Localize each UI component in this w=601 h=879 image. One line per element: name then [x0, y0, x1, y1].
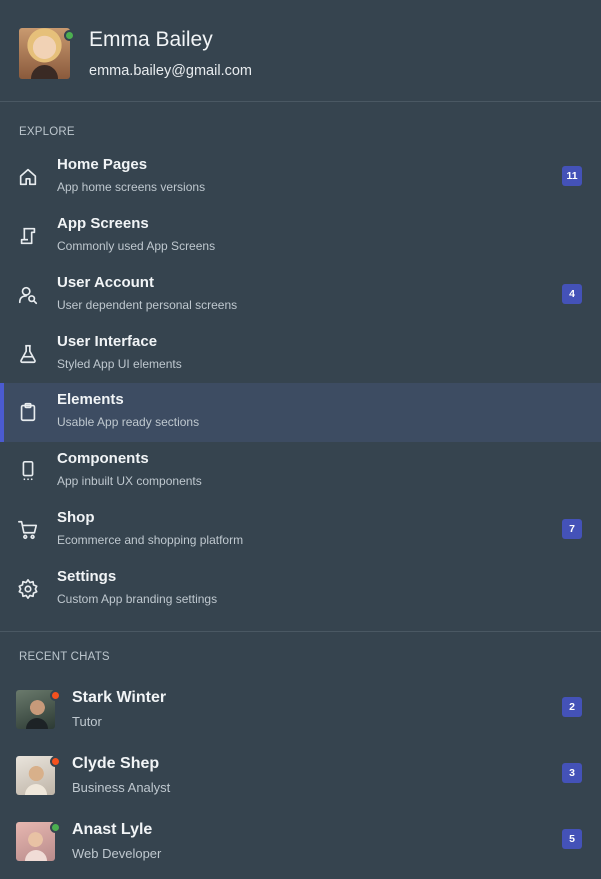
chat-item-clyde-shep[interactable]: Clyde Shep Business Analyst 3	[0, 750, 601, 810]
chat-name: Stark Winter	[72, 689, 167, 706]
mobile-icon	[17, 460, 39, 482]
nav-item-title: App Screens	[57, 215, 149, 232]
screen-icon	[17, 225, 39, 247]
nav-item-subtitle: Commonly used App Screens	[57, 239, 216, 253]
nav-item-shop[interactable]: Shop Ecommerce and shopping platform 7	[0, 501, 601, 560]
busy-status-dot	[50, 756, 61, 767]
nav-item-title: Home Pages	[57, 156, 148, 173]
chat-avatar	[16, 756, 61, 795]
clipboard-icon	[17, 401, 39, 423]
unread-badge: 5	[562, 829, 582, 849]
section-divider	[0, 631, 601, 632]
profile-header: Emma Bailey emma.bailey@gmail.com	[0, 0, 601, 102]
profile-avatar[interactable]	[19, 28, 75, 79]
recent-chats-section-label: RECENT CHATS	[19, 651, 110, 663]
nav-item-title: Elements	[57, 391, 124, 408]
chat-role: Web Developer	[72, 846, 162, 861]
count-badge: 4	[562, 284, 582, 304]
unread-badge: 2	[562, 697, 582, 717]
explore-section-label: EXPLORE	[19, 126, 75, 138]
home-icon	[17, 166, 39, 188]
count-badge: 7	[562, 519, 582, 539]
count-badge: 11	[562, 166, 582, 186]
nav-item-subtitle: App inbuilt UX components	[57, 474, 202, 488]
nav-item-title: Components	[57, 450, 149, 467]
unread-badge: 3	[562, 763, 582, 783]
nav-item-title: User Interface	[57, 333, 158, 350]
nav-item-user-interface[interactable]: User Interface Styled App UI elements	[0, 325, 601, 384]
flask-icon	[17, 343, 39, 365]
chat-role: Tutor	[72, 714, 102, 729]
nav-item-subtitle: Ecommerce and shopping platform	[57, 533, 244, 547]
nav-item-user-account[interactable]: User Account User dependent personal scr…	[0, 266, 601, 325]
chat-name: Anast Lyle	[72, 821, 153, 838]
gear-icon	[17, 578, 39, 600]
chat-name: Clyde Shep	[72, 755, 160, 772]
nav-item-components[interactable]: Components App inbuilt UX components	[0, 442, 601, 501]
nav-item-title: User Account	[57, 274, 154, 291]
nav-item-subtitle: Styled App UI elements	[57, 357, 182, 371]
nav-item-subtitle: App home screens versions	[57, 180, 206, 194]
busy-status-dot	[50, 690, 61, 701]
online-status-dot	[50, 822, 61, 833]
chat-item-anast-lyle[interactable]: Anast Lyle Web Developer 5	[0, 816, 601, 876]
chat-item-stark-winter[interactable]: Stark Winter Tutor 2	[0, 684, 601, 744]
nav-item-app-screens[interactable]: App Screens Commonly used App Screens	[0, 207, 601, 266]
nav-item-elements[interactable]: Elements Usable App ready sections	[0, 383, 601, 442]
nav-item-subtitle: Custom App branding settings	[57, 592, 218, 606]
nav-item-subtitle: User dependent personal screens	[57, 298, 238, 312]
nav-item-title: Settings	[57, 568, 117, 585]
online-status-dot	[64, 30, 75, 41]
chat-avatar	[16, 822, 61, 861]
chat-avatar	[16, 690, 61, 729]
nav-item-home-pages[interactable]: Home Pages App home screens versions 11	[0, 148, 601, 207]
nav-item-subtitle: Usable App ready sections	[57, 415, 200, 429]
avatar	[19, 28, 70, 79]
chat-role: Business Analyst	[72, 780, 171, 795]
profile-name: Emma Bailey	[89, 28, 213, 51]
nav-item-settings[interactable]: Settings Custom App branding settings	[0, 560, 601, 619]
profile-email: emma.bailey@gmail.com	[89, 63, 252, 79]
cart-icon	[17, 519, 39, 541]
nav-item-title: Shop	[57, 509, 95, 526]
user-search-icon	[17, 284, 39, 306]
